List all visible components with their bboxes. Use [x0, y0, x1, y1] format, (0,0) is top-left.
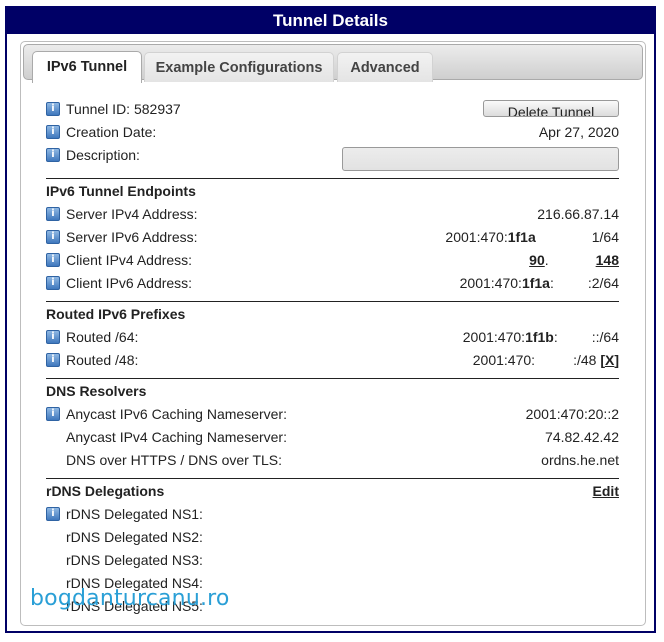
server-ipv6-bold: 1f1a: [507, 229, 536, 245]
tab-example-configurations[interactable]: Example Configurations: [144, 52, 334, 82]
server-ipv6-value: 2001:470:1f1a 1/64: [445, 226, 619, 249]
remove-48-link[interactable]: X: [605, 352, 614, 368]
client-ipv6-prefix: 2001:470:: [459, 275, 522, 291]
tunnel-id-label: Tunnel ID: 582937: [66, 101, 181, 117]
client-ipv6-bold: 1f1a: [521, 275, 550, 291]
client-ipv6-row: i Client IPv6 Address: 2001:470:1f1a: :2/…: [46, 272, 619, 295]
window-title: Tunnel Details: [7, 8, 654, 34]
dns-title: DNS Resolvers: [46, 383, 147, 399]
routed-section: Routed IPv6 Prefixes i Routed /64: 2001:…: [46, 301, 619, 372]
server-ipv6-prefix: 2001:470:: [445, 229, 508, 245]
tab-bar: IPv6 Tunnel Example Configurations Advan…: [23, 44, 643, 83]
routed-48-value: 2001:470::/48 [X]: [473, 349, 619, 372]
creation-date-row: i Creation Date: Apr 27, 2020: [46, 121, 619, 144]
anycast-v6-value: 2001:470:20::2: [525, 406, 619, 422]
client-ipv6-value: 2001:470:1f1a: :2/64: [460, 272, 619, 295]
rdns-ns2-label: rDNS Delegated NS2:: [66, 529, 203, 545]
client-ipv4-row: i Client IPv4 Address: 90. 148: [46, 249, 619, 272]
server-ipv4-row: i Server IPv4 Address: 216.66.87.14: [46, 203, 619, 226]
client-ipv4-first-octet-link[interactable]: 90: [529, 252, 545, 268]
server-ipv6-row: i Server IPv6 Address: 2001:470:1f1a 1/64: [46, 226, 619, 249]
client-ipv4-last-octet-link[interactable]: 148: [596, 252, 619, 268]
tunnel-content: i Tunnel ID: 582937 Delete Tunnel i Crea…: [46, 98, 619, 618]
description-row: i Description:: [46, 144, 619, 171]
endpoints-section: IPv6 Tunnel Endpoints i Server IPv4 Addr…: [46, 178, 619, 295]
tab-advanced[interactable]: Advanced: [337, 52, 433, 82]
info-icon[interactable]: i: [46, 253, 60, 267]
anycast-v4-value: 74.82.42.42: [545, 429, 619, 445]
client-ipv6-colon: :: [549, 275, 554, 291]
rdns-ns1-row: i rDNS Delegated NS1:: [46, 503, 619, 526]
server-ipv4-value: 216.66.87.14: [537, 206, 619, 222]
endpoints-title: IPv6 Tunnel Endpoints: [46, 183, 196, 199]
anycast-v6-label: Anycast IPv6 Caching Nameserver:: [66, 406, 287, 422]
client-ipv4-label: Client IPv4 Address:: [66, 252, 193, 268]
server-ipv6-suffix: 1/64: [591, 229, 619, 245]
delete-tunnel-button[interactable]: Delete Tunnel: [483, 100, 619, 117]
remove-close-bracket: ]: [614, 352, 619, 368]
description-label: Description:: [66, 147, 140, 163]
info-icon[interactable]: i: [46, 276, 60, 290]
doh-value: ordns.he.net: [541, 452, 619, 468]
server-ipv6-label: Server IPv6 Address:: [66, 229, 198, 245]
routed-48-prefix: 2001:470:: [472, 352, 536, 368]
server-ipv4-label: Server IPv4 Address:: [66, 206, 198, 222]
info-icon[interactable]: i: [46, 230, 60, 244]
info-icon[interactable]: i: [46, 407, 60, 421]
routed-64-suffix: ::/64: [591, 329, 619, 345]
info-icon[interactable]: i: [46, 507, 60, 521]
client-ipv4-value: 90. 148: [529, 249, 619, 272]
creation-date-label: Creation Date:: [66, 124, 157, 140]
routed-title: Routed IPv6 Prefixes: [46, 306, 186, 322]
routed-64-label: Routed /64:: [66, 329, 139, 345]
routed-48-row: i Routed /48: 2001:470::/48 [X]: [46, 349, 619, 372]
tunnel-details-window: Tunnel Details IPv6 Tunnel Example Confi…: [5, 6, 656, 633]
info-icon[interactable]: i: [46, 207, 60, 221]
anycast-v4-row: Anycast IPv4 Caching Nameserver: 74.82.4…: [46, 426, 619, 449]
doh-row: DNS over HTTPS / DNS over TLS: ordns.he.…: [46, 449, 619, 472]
rdns-title: rDNS Delegations: [46, 483, 165, 499]
description-input[interactable]: [342, 147, 619, 171]
anycast-v6-row: i Anycast IPv6 Caching Nameserver: 2001:…: [46, 403, 619, 426]
info-icon[interactable]: i: [46, 330, 60, 344]
routed-64-colon: :: [553, 329, 558, 345]
client-ipv6-suffix: :2/64: [587, 275, 619, 291]
routed-64-bold: 1f1b: [525, 329, 554, 345]
rdns-ns2-row: rDNS Delegated NS2:: [46, 526, 619, 549]
creation-date-value: Apr 27, 2020: [538, 124, 619, 140]
client-ipv4-dot: .: [544, 252, 549, 268]
rdns-edit-link[interactable]: Edit: [593, 479, 619, 503]
tab-ipv6-tunnel[interactable]: IPv6 Tunnel: [32, 51, 142, 83]
watermark: bogdanturcanu.ro: [30, 586, 230, 611]
rdns-ns3-label: rDNS Delegated NS3:: [66, 552, 203, 568]
rdns-ns1-label: rDNS Delegated NS1:: [66, 506, 203, 522]
rdns-ns3-row: rDNS Delegated NS3:: [46, 549, 619, 572]
routed-64-row: i Routed /64: 2001:470:1f1b:::/64: [46, 326, 619, 349]
info-icon[interactable]: i: [46, 353, 60, 367]
routed-64-value: 2001:470:1f1b:::/64: [463, 326, 619, 349]
anycast-v4-label: Anycast IPv4 Caching Nameserver:: [66, 429, 287, 445]
routed-64-prefix: 2001:470:: [462, 329, 526, 345]
routed-48-label: Routed /48:: [66, 352, 139, 368]
info-icon[interactable]: i: [46, 102, 60, 116]
info-icon[interactable]: i: [46, 148, 60, 162]
doh-label: DNS over HTTPS / DNS over TLS:: [66, 452, 283, 468]
rdns-title-row: rDNS Delegations Edit: [46, 479, 619, 503]
routed-48-suffix: :/48: [573, 352, 597, 368]
info-icon[interactable]: i: [46, 125, 60, 139]
dns-section: DNS Resolvers i Anycast IPv6 Caching Nam…: [46, 378, 619, 472]
tunnel-id-row: i Tunnel ID: 582937 Delete Tunnel: [46, 98, 619, 121]
client-ipv6-label: Client IPv6 Address:: [66, 275, 193, 291]
